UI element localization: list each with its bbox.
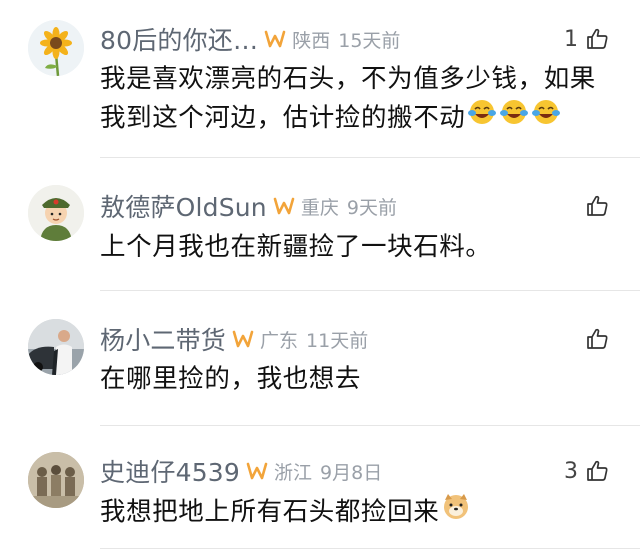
sunflower-icon <box>28 20 84 76</box>
avatar[interactable] <box>28 452 84 508</box>
man-with-car-icon <box>28 319 84 375</box>
comment-text: 在哪里捡的，我也想去 <box>100 364 362 394</box>
avatar[interactable] <box>28 185 84 241</box>
comment-text: 我是喜欢漂亮的石头，不为值多少钱，如果 我到这个河边，估计捡的搬不动 <box>100 60 616 137</box>
comment-text-line: 我想把地上所有石头都捡回来 <box>100 496 440 527</box>
username[interactable]: 80后的你还… <box>100 21 258 57</box>
comment-text-line-2: 我到这个河边，估计捡的搬不动 <box>100 102 466 133</box>
location: 广东 <box>260 329 299 352</box>
comment-text-line: 我是喜欢漂亮的石头，不为值多少钱，如果 <box>100 64 596 94</box>
thumbs-up-icon <box>587 28 608 49</box>
avatar[interactable] <box>28 319 84 375</box>
comment-header: 80后的你还… 陕西 15天前 <box>100 22 400 56</box>
divider <box>100 290 640 291</box>
like-button[interactable] <box>578 322 610 356</box>
timestamp: 9天前 <box>346 196 397 219</box>
thumbs-up-icon <box>587 195 608 216</box>
vintage-photo-icon <box>28 452 84 508</box>
timestamp: 15天前 <box>338 29 401 52</box>
comment-text: 上个月我也在新疆捡了一块石料。 <box>100 232 492 262</box>
doge-icon <box>441 492 471 531</box>
divider <box>100 157 640 158</box>
username[interactable]: 敖德萨OldSun <box>100 188 267 224</box>
comment-header: 敖德萨OldSun 重庆 9天前 <box>100 189 397 223</box>
divider <box>100 425 640 426</box>
location: 重庆 <box>300 196 339 219</box>
avatar[interactable] <box>28 20 84 76</box>
like-count: 3 <box>564 458 578 484</box>
laugh-cry-icon <box>499 98 529 137</box>
thumbs-up-icon <box>587 328 608 349</box>
vip-badge-icon <box>273 197 295 215</box>
username[interactable]: 史迪仔4539 <box>100 453 240 489</box>
comment-text-line: 我到这个河边，估计捡的搬不动 <box>100 98 616 137</box>
comment-header: 杨小二带货 广东 11天前 <box>100 322 368 356</box>
like-button[interactable]: 1 <box>564 22 610 56</box>
vip-badge-icon <box>264 30 286 48</box>
thumbs-up-icon <box>587 460 608 481</box>
like-button[interactable] <box>578 189 610 223</box>
timestamp: 9月8日 <box>320 461 383 484</box>
divider <box>100 548 640 549</box>
comment-header: 史迪仔4539 浙江 9月8日 <box>100 454 382 488</box>
comment-list: 80后的你还… 陕西 15天前 1 我是喜欢漂亮的石头，不为值多少钱，如果 我到… <box>0 0 640 554</box>
timestamp: 11天前 <box>306 329 369 352</box>
laugh-cry-icon <box>531 98 561 137</box>
soldier-cartoon-icon <box>28 185 84 241</box>
location: 浙江 <box>274 461 313 484</box>
username[interactable]: 杨小二带货 <box>100 321 226 357</box>
vip-badge-icon <box>232 330 254 348</box>
location: 陕西 <box>292 29 331 52</box>
comment-text: 我想把地上所有石头都捡回来 <box>100 492 616 531</box>
vip-badge-icon <box>246 462 268 480</box>
laugh-cry-icon <box>467 98 497 137</box>
like-count: 1 <box>564 26 578 52</box>
like-button[interactable]: 3 <box>564 454 610 488</box>
